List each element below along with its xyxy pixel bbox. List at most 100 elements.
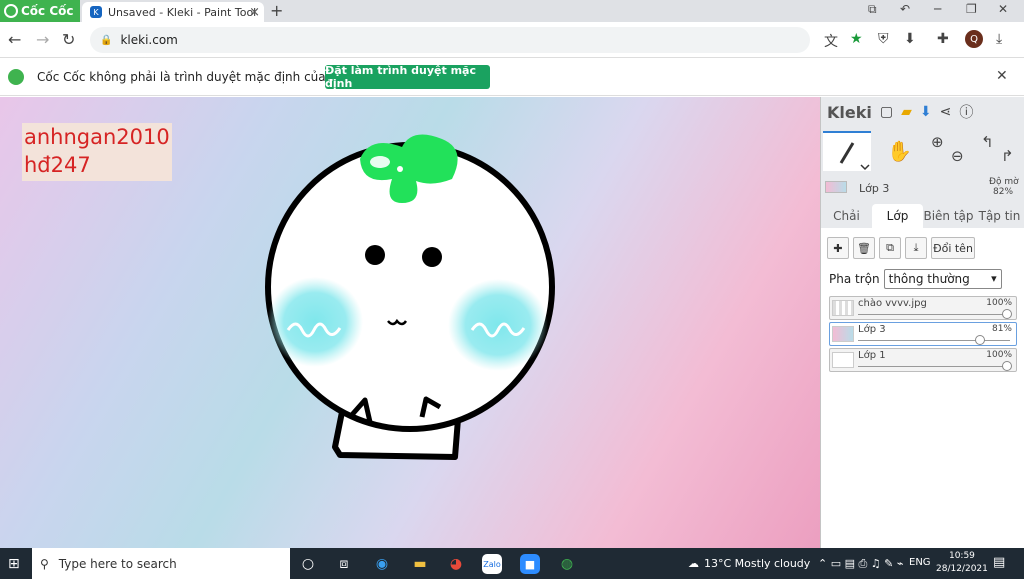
url-field[interactable]: 🔒 kleki.com [90,27,810,53]
clock-time: 10:59 [948,551,975,561]
merge-layer-button[interactable]: ⤓ [905,237,927,259]
zoom-out-icon[interactable]: ⊖ [951,147,964,165]
system-tray-icons[interactable]: ⌃ ▭ ▤ ⎙ ♫ ✎ ⌁ [818,557,903,571]
panel-top-bar: Kleki ▢ ▰ ⬇ ⋖ ⓘ [821,97,1024,127]
minimize-button[interactable]: ─ [934,2,941,16]
back-button[interactable]: ← [8,30,21,49]
notification-icon[interactable]: ▤ [993,555,1005,570]
infobar-close-icon[interactable]: ✕ [996,68,1008,84]
current-layer-name: Lớp 3 [859,182,890,195]
clock[interactable]: 10:59 28/12/2021 [936,550,988,576]
bookmark-star-icon[interactable]: ★ [850,31,863,47]
layer-name: chào vvvv.jpg [858,298,927,309]
tab-layers[interactable]: Lớp [872,204,923,228]
infobar-message: Cốc Cốc không phải là trình duyệt mặc đị… [37,70,353,84]
new-tab-button[interactable]: + [270,1,283,20]
current-layer-thumbnail [825,181,847,193]
opacity-value[interactable]: 82% [993,187,1013,197]
layer-item[interactable]: chào vvvv.jpg 100% [829,296,1017,320]
panel-tabs: Chải Lớp Biên tập Tập tin [821,204,1024,228]
lock-icon: 🔒 [100,34,113,46]
cortana-icon[interactable]: ○ [298,554,318,574]
weather-text: 13°C Mostly cloudy [704,557,811,570]
delete-layer-button[interactable]: 🗑 [853,237,875,259]
tab-title: Unsaved - Kleki - Paint Tool [108,5,257,19]
reload-button[interactable]: ↻ [62,30,75,49]
layer-opacity: 100% [986,350,1012,360]
drawing-canvas[interactable]: anhngan2010 hđ247 [0,97,820,548]
coccoc-menu-button[interactable]: Cốc Cốc [0,0,80,22]
left-eye [365,245,385,265]
undo-icon[interactable]: ↰ [981,133,994,151]
tab-close-icon[interactable]: × [249,5,260,20]
brush-tool-button[interactable] [823,131,871,171]
zoom-icon[interactable]: ■ [520,554,540,574]
search-placeholder: Type here to search [58,556,177,571]
tab-brush[interactable]: Chải [821,204,872,228]
layer-opacity-track [858,314,1010,315]
zoom-in-icon[interactable]: ⊕ [931,133,944,151]
close-window-button[interactable]: ✕ [998,2,1008,16]
windows-start-icon[interactable]: ⊞ [8,556,20,572]
profile-avatar[interactable]: Q [965,30,983,48]
blend-mode-select[interactable]: thông thường [883,269,1002,289]
shield-icon[interactable]: ⛨ [878,31,889,47]
forward-button[interactable]: → [36,30,49,49]
cloud-icon: ☁ [688,557,699,570]
file-explorer-icon[interactable]: ▬ [410,554,430,574]
edge-icon[interactable]: ◉ [372,554,392,574]
share-icon[interactable]: ⋖ [940,104,952,120]
windows-taskbar: ⊞ ⚲ Type here to search ○ ⧈ ◉ ▬ ◕ Zalo ■… [0,548,1024,579]
rename-layer-button[interactable]: Đổi tên [931,237,975,259]
kleki-app-name: Kleki [827,102,872,122]
kleki-logo: Kleki [827,103,872,122]
url-text: kleki.com [120,33,178,47]
open-folder-icon[interactable]: ▰ [901,104,912,120]
layer-opacity: 100% [986,298,1012,308]
kleki-side-panel: Kleki ▢ ▰ ⬇ ⋖ ⓘ ✋ ⊕ ⊖ ↰ ↱ Lớp 3 Độ mờ 82… [820,97,1024,548]
chrome-icon[interactable]: ◕ [446,554,466,574]
translate-icon[interactable]: 文 [824,31,838,51]
bow-highlight-dot [397,166,403,172]
zalo-icon[interactable]: Zalo [482,554,502,574]
layer-opacity: 81% [991,324,1012,334]
hand-tool-icon[interactable]: ✋ [887,139,912,163]
brand-label: Cốc Cốc [21,4,74,18]
task-view-icon[interactable]: ⧈ [334,554,354,574]
set-default-browser-button[interactable]: Đặt làm trình duyệt mặc định [325,64,490,90]
restore-tabs-icon[interactable]: ↶ [900,2,910,16]
maximize-button[interactable]: ❐ [966,2,977,16]
redo-icon[interactable]: ↱ [1001,147,1014,165]
tab-edit[interactable]: Biên tập [923,204,974,228]
right-eye [422,247,442,267]
weather-widget[interactable]: ☁ 13°C Mostly cloudy [688,557,810,570]
tool-row: ✋ ⊕ ⊖ ↰ ↱ [821,129,1024,171]
extensions-icon[interactable]: ✚ [937,31,949,47]
taskbar-search-box[interactable]: ⚲ Type here to search [32,548,290,579]
new-image-icon[interactable]: ▢ [880,104,893,120]
layer-opacity-slider[interactable] [974,335,985,345]
add-layer-button[interactable]: ✚ [827,237,849,259]
help-icon[interactable]: ⓘ [959,102,973,122]
downloads-icon[interactable]: ⤓ [996,31,1002,47]
duplicate-layer-button[interactable]: ⧉ [879,237,901,259]
search-icon: ⚲ [40,556,49,571]
browser-tab-active[interactable]: K Unsaved - Kleki - Paint Tool × [82,2,264,22]
layer-opacity-slider[interactable] [1002,309,1012,319]
blend-mode-row: Pha trộn thông thường [829,269,1002,289]
layer-item[interactable]: Lớp 1 100% [829,348,1017,372]
address-toolbar: ← → ↻ 🔒 kleki.com 文 ★ ⛨ ⬇ ✚ Q ⤓ [0,22,1024,58]
save-download-icon[interactable]: ⬇ [920,104,932,120]
opacity-label: Độ mờ [989,177,1019,187]
layer-item-active[interactable]: Lớp 3 81% [829,322,1017,346]
language-indicator[interactable]: ENG [909,557,931,568]
layer-name: Lớp 1 [858,350,886,361]
screenshot-icon[interactable]: ⧉ [868,2,877,17]
tab-file[interactable]: Tập tin [974,204,1024,228]
layer-opacity-track [858,366,1010,367]
current-layer-info: Lớp 3 Độ mờ 82% [821,177,1024,201]
layer-opacity-slider[interactable] [1002,361,1012,371]
layer-name: Lớp 3 [858,324,886,335]
coccoc-taskbar-icon[interactable]: ◍ [557,554,577,574]
download-manager-icon[interactable]: ⬇ [904,31,916,47]
